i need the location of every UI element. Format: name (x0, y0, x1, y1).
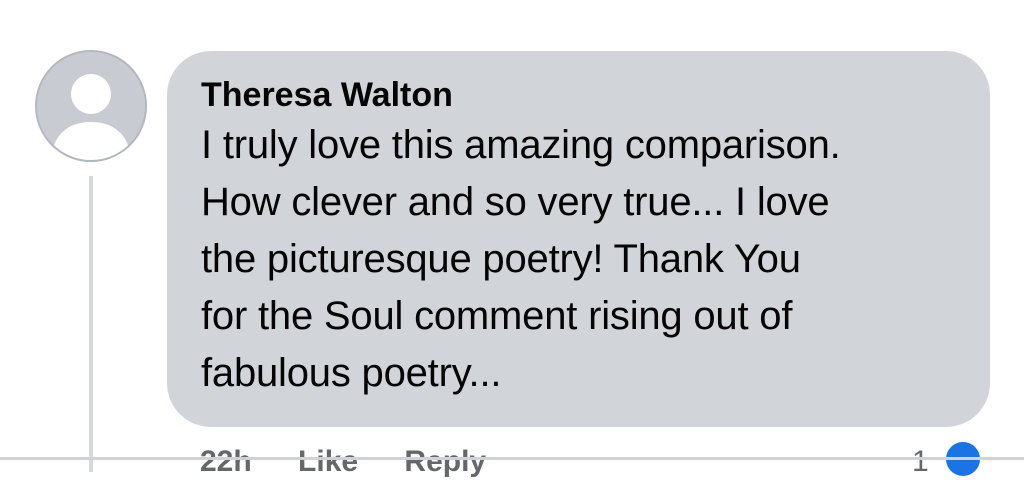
comment-bubble: Theresa Walton I truly love this amazing… (167, 51, 990, 427)
thread-line (89, 176, 93, 472)
reaction-count[interactable]: 1 (912, 445, 929, 479)
comment-author-name[interactable]: Theresa Walton (201, 75, 956, 115)
like-button[interactable]: Like (298, 445, 358, 478)
bottom-divider (0, 457, 1024, 460)
avatar[interactable] (35, 50, 147, 162)
comment-timestamp[interactable]: 22h (200, 445, 252, 478)
comment-text: I truly love this amazing comparison. Ho… (201, 123, 841, 395)
default-user-avatar-icon (37, 52, 145, 160)
reply-button[interactable]: Reply (404, 445, 486, 478)
comment-actions: 22h Like Reply (200, 445, 524, 485)
